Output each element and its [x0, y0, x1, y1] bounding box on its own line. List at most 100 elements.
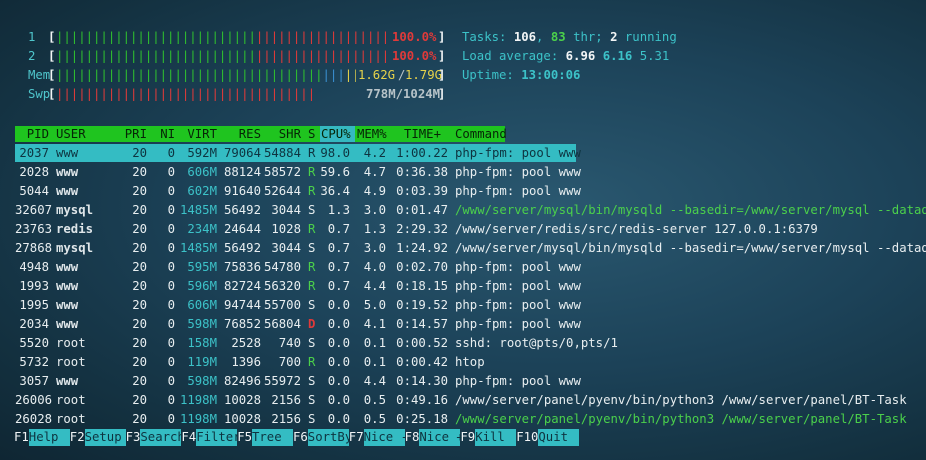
fkey-f4-button[interactable]: Filter — [196, 429, 241, 446]
load-line: Load average: 6.96 6.16 5.31 — [462, 49, 669, 63]
virt-cell: 602M — [187, 184, 217, 198]
load-1: 6.96 — [565, 49, 596, 63]
pid-cell: 2037 — [19, 146, 49, 160]
time-cell: 0:14.30 — [396, 374, 448, 388]
fkey-f10: F10 — [516, 430, 539, 444]
nice-cell: 0 — [167, 260, 175, 274]
pid-cell: 27868 — [15, 241, 53, 255]
time-cell: 0:18.15 — [396, 279, 448, 293]
mem-bracket-close: ] — [438, 68, 446, 82]
nice-cell: 0 — [167, 222, 175, 236]
col-cpu[interactable]: CPU% — [321, 126, 351, 142]
mem-cell: 1.3 — [363, 222, 386, 236]
table-row[interactable]: 5044 www 20 0 602M 91640 52644 R 36.4 4.9 0:03.39 p… — [0, 182, 926, 200]
command-cell: /www/server/panel/pyenv/bin/python3 /www… — [455, 412, 907, 426]
cpu-cell: 0.7 — [327, 279, 350, 293]
load-5: 6.16 — [602, 49, 633, 63]
table-row[interactable]: 4948 www 20 0 595M 75836 54780 R 0.7 4.0 0:02.70 ph… — [0, 258, 926, 276]
priority-cell: 20 — [132, 355, 147, 369]
command-cell: php-fpm: pool www — [455, 260, 581, 274]
table-row[interactable]: 1995 www 20 0 606M 94744 55700 S 0.0 5.0 0:19.52 ph… — [0, 296, 926, 314]
nice-cell: 0 — [167, 317, 175, 331]
fkey-f1-button[interactable]: Help — [28, 429, 70, 446]
res-cell: 91640 — [223, 184, 261, 198]
fkey-f8-button[interactable]: Nice + — [419, 429, 464, 446]
nice-cell: 0 — [167, 165, 175, 179]
table-row[interactable]: 5520 root 20 0 158M 2528 740 S 0.0 0.1 0:00.52 sshd… — [0, 334, 926, 352]
mem-cell: 0.5 — [363, 412, 386, 426]
shr-cell: 56804 — [263, 317, 301, 331]
col-res[interactable]: RES — [219, 126, 261, 142]
col-pri[interactable]: PRI — [115, 126, 147, 142]
shr-cell: 58572 — [263, 165, 301, 179]
priority-cell: 20 — [132, 203, 147, 217]
fkey-f5: F5 — [237, 430, 252, 444]
col-user[interactable]: USER — [56, 126, 86, 142]
table-row[interactable]: 23763 redis 20 0 234M 24644 1028 R 0.7 1.3 2:29.32… — [0, 220, 926, 238]
user-cell: www — [56, 279, 79, 293]
fkey-f10-button[interactable]: Quit — [538, 429, 580, 446]
cpu-cell: 0.0 — [327, 374, 350, 388]
fkey-f7-button[interactable]: Nice - — [363, 429, 408, 446]
table-row[interactable]: 32607 mysql 20 0 1485M 56492 3044 S 1.3 3.0 0:01.4… — [0, 201, 926, 219]
col-state[interactable]: S — [308, 126, 315, 142]
cpu-cell: 0.0 — [327, 336, 350, 350]
pid-cell: 23763 — [15, 222, 53, 236]
cpu-cell: 0.7 — [327, 222, 350, 236]
mem-cell: 4.4 — [363, 279, 386, 293]
mem-cell: 0.1 — [363, 355, 386, 369]
col-virt[interactable]: VIRT — [175, 126, 217, 142]
virt-cell: 596M — [187, 279, 217, 293]
table-header: PID USER PRI NI VIRT RES SHR S CPU% MEM%… — [15, 126, 507, 142]
user-cell: root — [56, 393, 86, 407]
priority-cell: 20 — [132, 222, 147, 236]
shr-cell: 1028 — [271, 222, 301, 236]
pid-cell: 3057 — [19, 374, 49, 388]
command-cell: /www/server/panel/pyenv/bin/python3 /www… — [455, 393, 907, 407]
col-mem[interactable]: MEM% — [357, 126, 387, 142]
col-shr[interactable]: SHR — [263, 126, 301, 142]
table-row[interactable]: 3057 www 20 0 598M 82496 55972 S 0.0 4.4 0:14.30 ph… — [0, 372, 926, 390]
shr-cell: 2156 — [271, 412, 301, 426]
col-time[interactable]: TIME+ — [399, 126, 441, 142]
fkey-f2-button[interactable]: Setup — [84, 429, 126, 446]
nice-cell: 0 — [167, 355, 175, 369]
load-15: 5.31 — [639, 49, 670, 63]
col-ni[interactable]: NI — [153, 126, 175, 142]
nice-cell: 0 — [167, 393, 175, 407]
shr-cell: 3044 — [271, 203, 301, 217]
table-row[interactable]: 5732 root 20 0 119M 1396 700 R 0.0 0.1 0:00.42 htop — [0, 353, 926, 371]
fkey-f3-button[interactable]: Search — [140, 429, 185, 446]
table-row[interactable]: 26006 root 20 0 1198M 10028 2156 S 0.0 0.5 0:49.16… — [0, 391, 926, 409]
nice-cell: 0 — [167, 279, 175, 293]
shr-cell: 3044 — [271, 241, 301, 255]
table-row[interactable]: 1993 www 20 0 596M 82724 56320 R 0.7 4.4 0:18.15 ph… — [0, 277, 926, 295]
col-command[interactable]: Command — [455, 126, 507, 142]
time-cell: 0:19.52 — [396, 298, 448, 312]
cpu1-value: 100.0% — [392, 30, 437, 44]
fkey-f5-button[interactable]: Tree — [252, 429, 293, 446]
cpu-cell: 0.0 — [327, 298, 350, 312]
fkey-f6-button[interactable]: SortBy — [307, 429, 352, 446]
shr-cell: 54884 — [263, 146, 301, 160]
shr-cell: 700 — [278, 355, 301, 369]
res-cell: 76852 — [223, 317, 261, 331]
command-cell: php-fpm: pool www — [455, 165, 581, 179]
res-cell: 88124 — [223, 165, 261, 179]
table-row[interactable]: 26028 root 20 0 1198M 10028 2156 S 0.0 0.5 0:25.18… — [0, 410, 926, 428]
table-row[interactable]: 27868 mysql 20 0 1485M 56492 3044 S 0.7 3.0 1:24.9… — [0, 239, 926, 257]
pid-cell: 32607 — [15, 203, 53, 217]
table-row[interactable]: 2034 www 20 0 598M 76852 56804 D 0.0 4.1 0:14.57 ph… — [0, 315, 926, 333]
fkey-f9-button[interactable]: Kill — [475, 429, 517, 446]
state-cell: R — [308, 222, 316, 236]
table-row[interactable]: 2028 www 20 0 606M 88124 58572 R 59.6 4.7 0:36.38 p… — [0, 163, 926, 181]
cpu2-value: 100.0% — [392, 49, 437, 63]
table-row[interactable]: 2037 www 20 0 592M 79064 54884 R 98.0 4.2 1:00.22 p… — [15, 144, 581, 162]
priority-cell: 20 — [132, 165, 147, 179]
priority-cell: 20 — [132, 241, 147, 255]
command-cell: php-fpm: pool www — [455, 146, 581, 160]
col-pid[interactable]: PID — [15, 126, 49, 142]
res-cell: 79064 — [223, 146, 261, 160]
cpu2-bar: ||||||||||||||||||||||||||||||||||||||||… — [56, 49, 392, 63]
fkey-f9: F9 — [460, 430, 476, 444]
